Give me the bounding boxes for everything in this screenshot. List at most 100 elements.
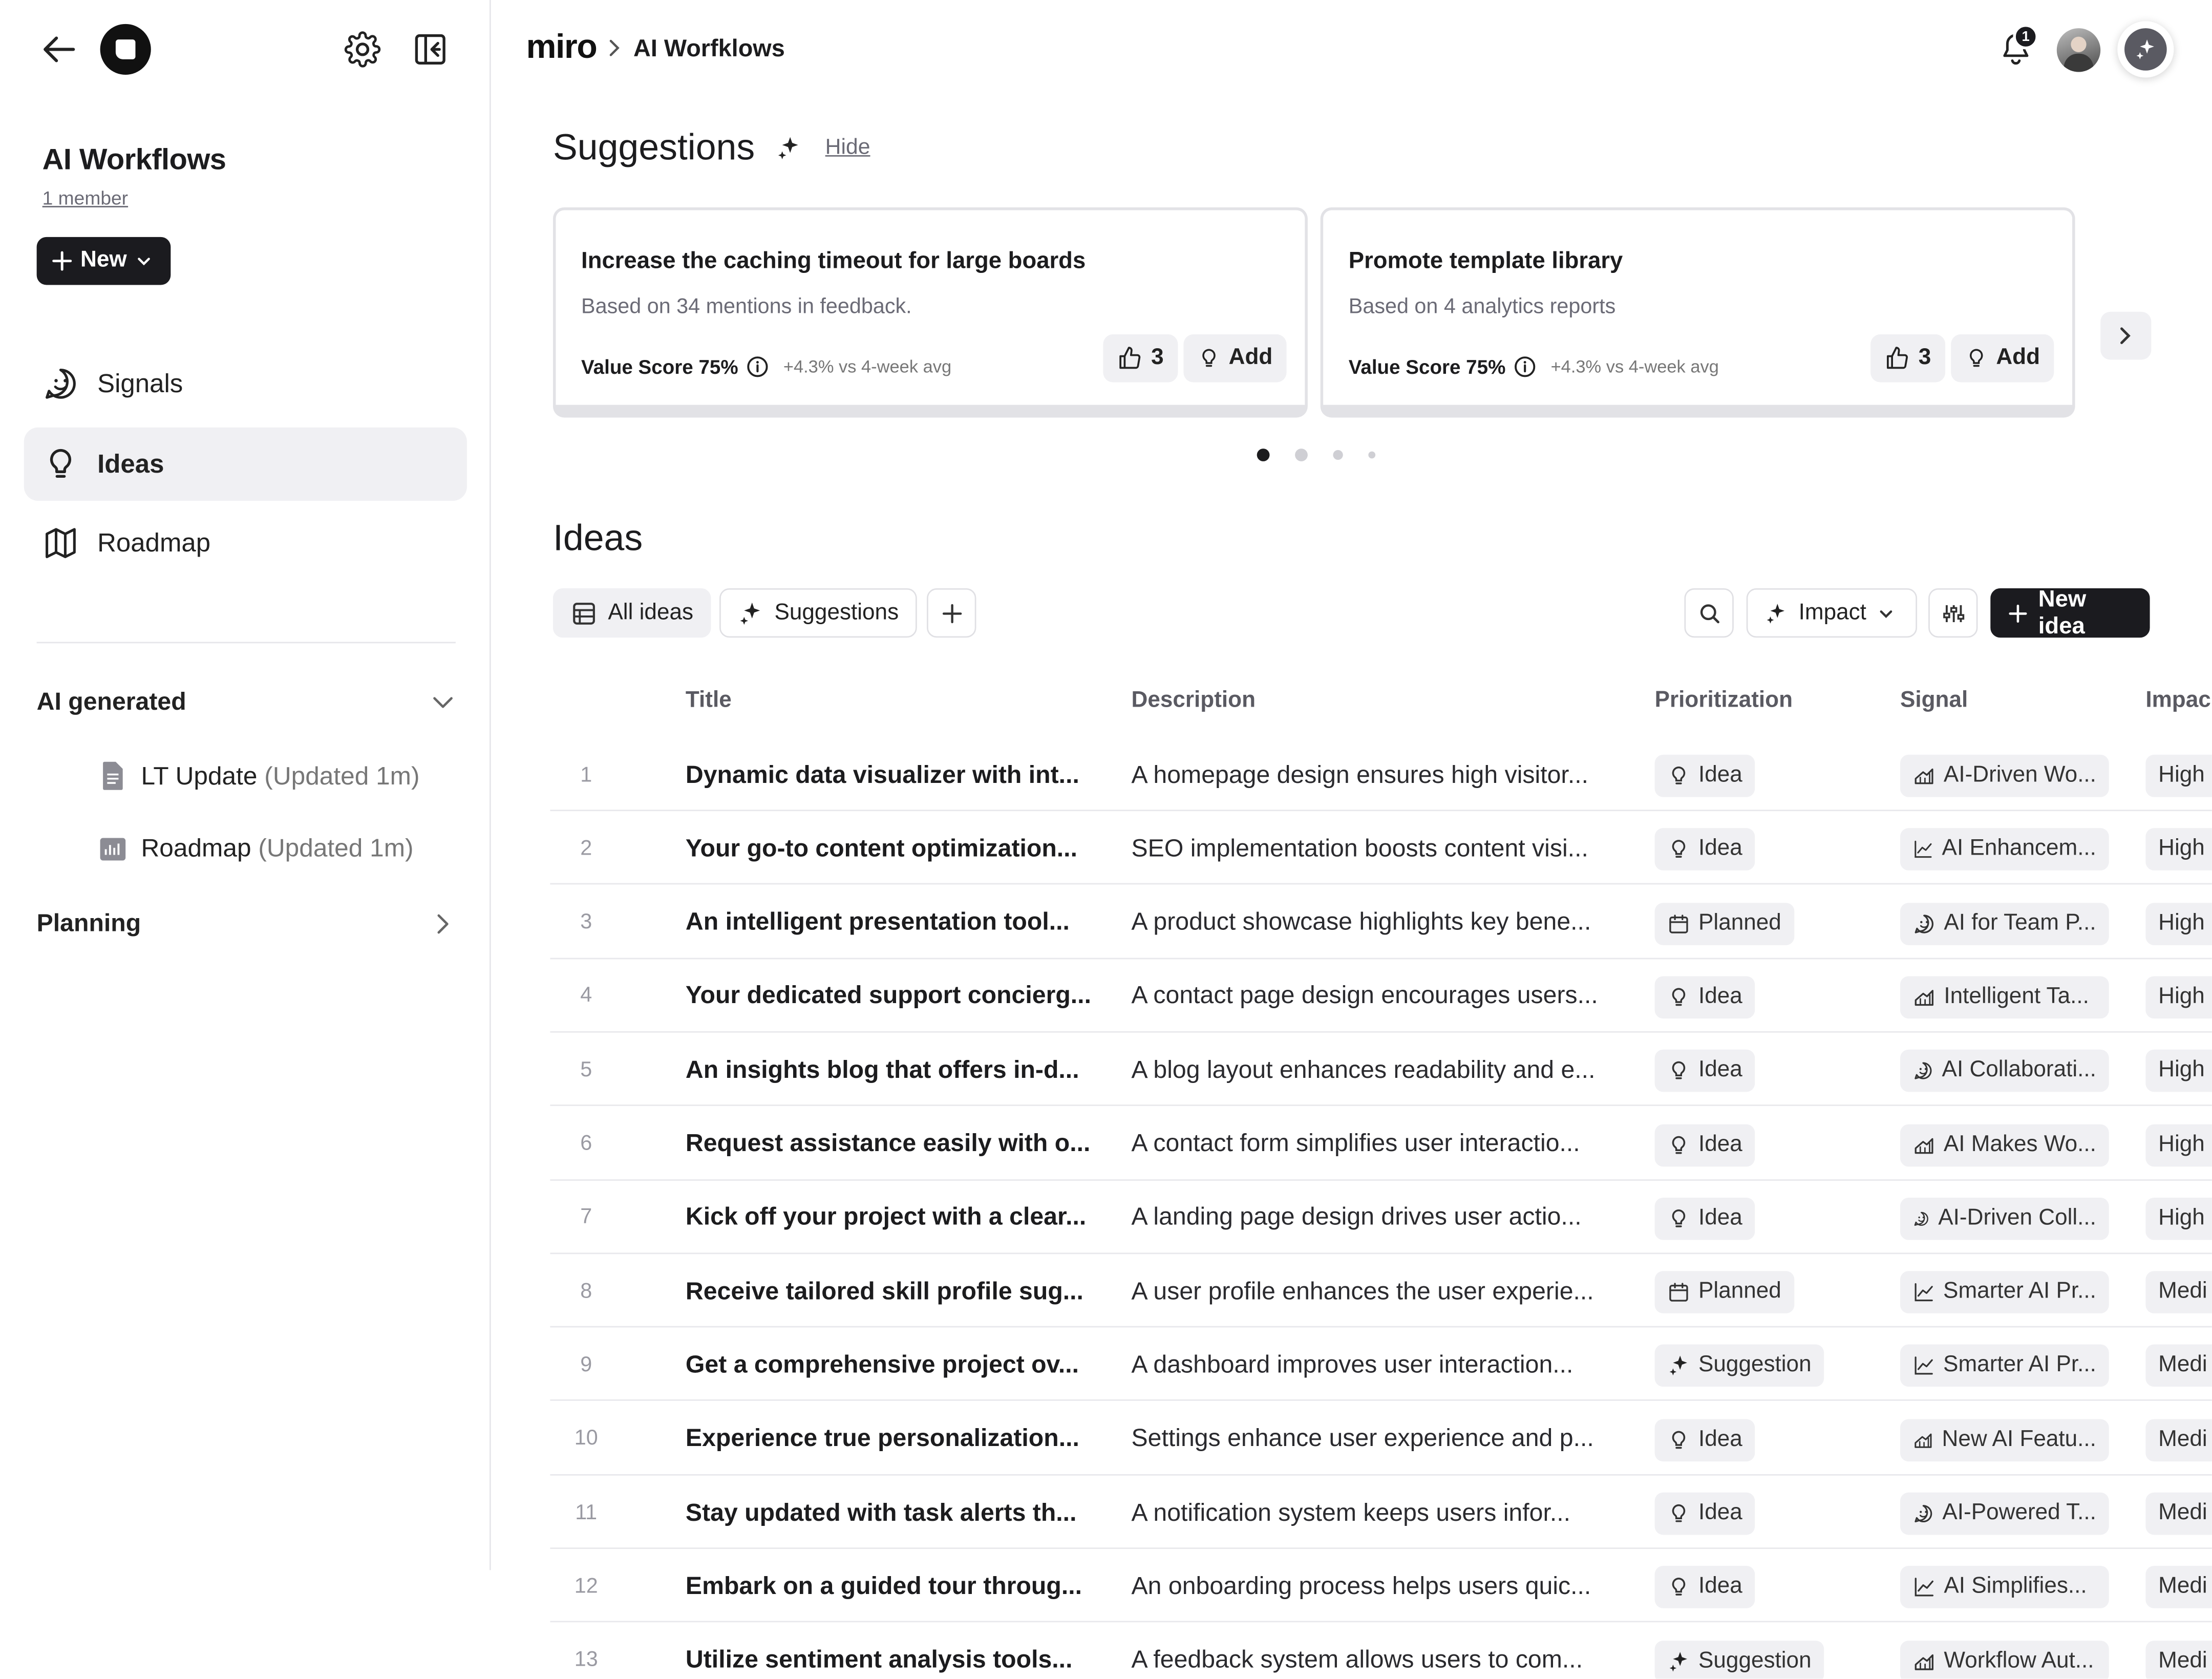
signal-tag[interactable]: AI Simplifies... bbox=[1900, 1566, 2109, 1609]
prioritization-tag[interactable]: Idea bbox=[1654, 1197, 1755, 1240]
column-header-prioritization[interactable]: Prioritization bbox=[1655, 688, 1793, 714]
suggestion-card[interactable]: Promote template library Based on 4 anal… bbox=[1320, 207, 2075, 418]
upvote-button[interactable]: 3 bbox=[1870, 334, 1945, 382]
pagination-dot[interactable] bbox=[1333, 450, 1343, 460]
collapse-sidebar-icon[interactable] bbox=[412, 31, 449, 68]
signal-tag[interactable]: New AI Featu... bbox=[1900, 1418, 2109, 1461]
sidebar-item-ideas[interactable]: Ideas bbox=[24, 427, 467, 501]
idea-title[interactable]: Your dedicated support concierg... bbox=[686, 959, 1091, 1032]
members-link[interactable]: 1 member bbox=[42, 187, 128, 208]
add-suggestion-button[interactable]: Add bbox=[1183, 334, 1287, 382]
idea-title[interactable]: Receive tailored skill profile sug... bbox=[686, 1254, 1083, 1327]
sort-impact-dropdown[interactable]: Impact bbox=[1746, 588, 1918, 638]
impact-tag[interactable]: High bbox=[2145, 902, 2212, 945]
impact-tag[interactable]: Medi bbox=[2145, 1640, 2212, 1679]
planning-section[interactable]: Planning bbox=[37, 908, 457, 938]
prioritization-tag[interactable]: Idea bbox=[1654, 1050, 1755, 1092]
ai-assistant-button[interactable] bbox=[2117, 21, 2174, 78]
ai-generated-section[interactable]: AI generated bbox=[37, 687, 457, 717]
info-icon[interactable] bbox=[747, 355, 769, 378]
column-header-description[interactable]: Description bbox=[1132, 688, 1256, 714]
signal-tag[interactable]: AI Makes Wo... bbox=[1900, 1123, 2109, 1166]
gear-icon[interactable] bbox=[344, 31, 381, 68]
add-suggestion-button[interactable]: Add bbox=[1951, 334, 2054, 382]
pagination-dot[interactable] bbox=[1257, 449, 1270, 461]
prioritization-tag[interactable]: Planned bbox=[1654, 902, 1794, 945]
impact-tag[interactable]: Medi bbox=[2145, 1566, 2212, 1609]
impact-tag[interactable]: High bbox=[2145, 828, 2212, 871]
hide-suggestions-link[interactable]: Hide bbox=[825, 135, 870, 161]
column-header-title[interactable]: Title bbox=[686, 688, 732, 714]
view-tab-all-ideas[interactable]: All ideas bbox=[552, 588, 712, 638]
back-arrow-icon[interactable] bbox=[41, 32, 78, 66]
impact-tag[interactable]: Medi bbox=[2145, 1271, 2212, 1314]
prioritization-tag[interactable]: Idea bbox=[1654, 1418, 1755, 1461]
miro-logo[interactable]: miro bbox=[526, 28, 598, 68]
idea-title[interactable]: Stay updated with task alerts th... bbox=[686, 1476, 1077, 1549]
table-row[interactable]: 4 Your dedicated support concierg... A con… bbox=[550, 959, 2212, 1033]
idea-title[interactable]: An intelligent presentation tool... bbox=[686, 885, 1070, 959]
signal-tag[interactable]: Smarter AI Pr... bbox=[1900, 1345, 2109, 1388]
table-row[interactable]: 8 Receive tailored skill profile sug... A … bbox=[550, 1254, 2212, 1328]
table-row[interactable]: 12 Embark on a guided tour throug... An on… bbox=[550, 1549, 2212, 1623]
signal-tag[interactable]: AI Collaborati... bbox=[1900, 1050, 2109, 1092]
table-row[interactable]: 3 An intelligent presentation tool... A pr… bbox=[550, 885, 2212, 959]
impact-tag[interactable]: High bbox=[2145, 1197, 2212, 1240]
impact-tag[interactable]: High bbox=[2145, 754, 2212, 797]
impact-tag[interactable]: High bbox=[2145, 1050, 2212, 1092]
signal-tag[interactable]: AI-Driven Wo... bbox=[1900, 754, 2109, 797]
idea-title[interactable]: Kick off your project with a clear... bbox=[686, 1180, 1086, 1253]
workspace-logo[interactable] bbox=[100, 24, 151, 75]
upvote-button[interactable]: 3 bbox=[1103, 334, 1178, 382]
suggestion-card[interactable]: Increase the caching timeout for large b… bbox=[552, 207, 1308, 418]
idea-title[interactable]: An insights blog that offers in-d... bbox=[686, 1033, 1079, 1106]
idea-title[interactable]: Get a comprehensive project ov... bbox=[686, 1328, 1079, 1401]
idea-title[interactable]: Dynamic data visualizer with int... bbox=[686, 738, 1079, 811]
impact-tag[interactable]: High bbox=[2145, 1123, 2212, 1166]
prioritization-tag[interactable]: Suggestion bbox=[1654, 1640, 1824, 1679]
column-header-signal[interactable]: Signal bbox=[1900, 688, 1968, 714]
table-row[interactable]: 13 Utilize sentiment analysis tools... A f… bbox=[550, 1623, 2212, 1679]
impact-tag[interactable]: Medi bbox=[2145, 1492, 2212, 1535]
signal-tag[interactable]: AI-Driven Coll... bbox=[1900, 1197, 2109, 1240]
table-row[interactable]: 10 Experience true personalization... Sett… bbox=[550, 1402, 2212, 1475]
table-row[interactable]: 11 Stay updated with task alerts th... A n… bbox=[550, 1476, 2212, 1549]
column-header-impact[interactable]: Impac bbox=[2145, 688, 2210, 714]
sidebar-doc-lt-update[interactable]: LT Update (Updated 1m) bbox=[99, 760, 420, 792]
prioritization-tag[interactable]: Planned bbox=[1654, 1271, 1794, 1314]
sidebar-doc-roadmap[interactable]: Roadmap (Updated 1m) bbox=[99, 834, 414, 863]
add-view-button[interactable] bbox=[927, 588, 976, 638]
idea-title[interactable]: Request assistance easily with o... bbox=[686, 1107, 1090, 1180]
prioritization-tag[interactable]: Idea bbox=[1654, 1123, 1755, 1166]
prioritization-tag[interactable]: Suggestion bbox=[1654, 1345, 1824, 1388]
impact-tag[interactable]: High bbox=[2145, 976, 2212, 1018]
sidebar-item-roadmap[interactable]: Roadmap bbox=[24, 506, 467, 580]
signal-tag[interactable]: AI-Powered T... bbox=[1900, 1492, 2109, 1535]
idea-title[interactable]: Embark on a guided tour throug... bbox=[686, 1549, 1082, 1623]
table-row[interactable]: 2 Your go-to content optimization... SEO i… bbox=[550, 812, 2212, 885]
info-icon[interactable] bbox=[1514, 355, 1537, 378]
prioritization-tag[interactable]: Idea bbox=[1654, 828, 1755, 871]
signal-tag[interactable]: AI Enhancem... bbox=[1900, 828, 2109, 871]
carousel-next-button[interactable] bbox=[2100, 311, 2152, 360]
impact-tag[interactable]: Medi bbox=[2145, 1345, 2212, 1388]
breadcrumb[interactable]: AI Worfklows bbox=[633, 35, 785, 63]
sidebar-item-signals[interactable]: Signals bbox=[24, 347, 467, 420]
pagination-dot[interactable] bbox=[1295, 449, 1308, 461]
idea-title[interactable]: Experience true personalization... bbox=[686, 1402, 1079, 1475]
signal-tag[interactable]: Smarter AI Pr... bbox=[1900, 1271, 2109, 1314]
prioritization-tag[interactable]: Idea bbox=[1654, 754, 1755, 797]
idea-title[interactable]: Utilize sentiment analysis tools... bbox=[686, 1623, 1073, 1679]
search-button[interactable] bbox=[1684, 588, 1734, 638]
table-row[interactable]: 7 Kick off your project with a clear... A … bbox=[550, 1180, 2212, 1254]
table-row[interactable]: 1 Dynamic data visualizer with int... A ho… bbox=[550, 738, 2212, 812]
pagination-dot[interactable] bbox=[1368, 451, 1376, 459]
new-button[interactable]: New bbox=[36, 237, 171, 285]
signal-tag[interactable]: AI for Team P... bbox=[1900, 902, 2109, 945]
signal-tag[interactable]: Intelligent Ta... bbox=[1900, 976, 2109, 1018]
impact-tag[interactable]: Medi bbox=[2145, 1418, 2212, 1461]
prioritization-tag[interactable]: Idea bbox=[1654, 976, 1755, 1018]
prioritization-tag[interactable]: Idea bbox=[1654, 1566, 1755, 1609]
idea-title[interactable]: Your go-to content optimization... bbox=[686, 812, 1077, 885]
new-idea-button[interactable]: New idea bbox=[1990, 586, 2150, 639]
